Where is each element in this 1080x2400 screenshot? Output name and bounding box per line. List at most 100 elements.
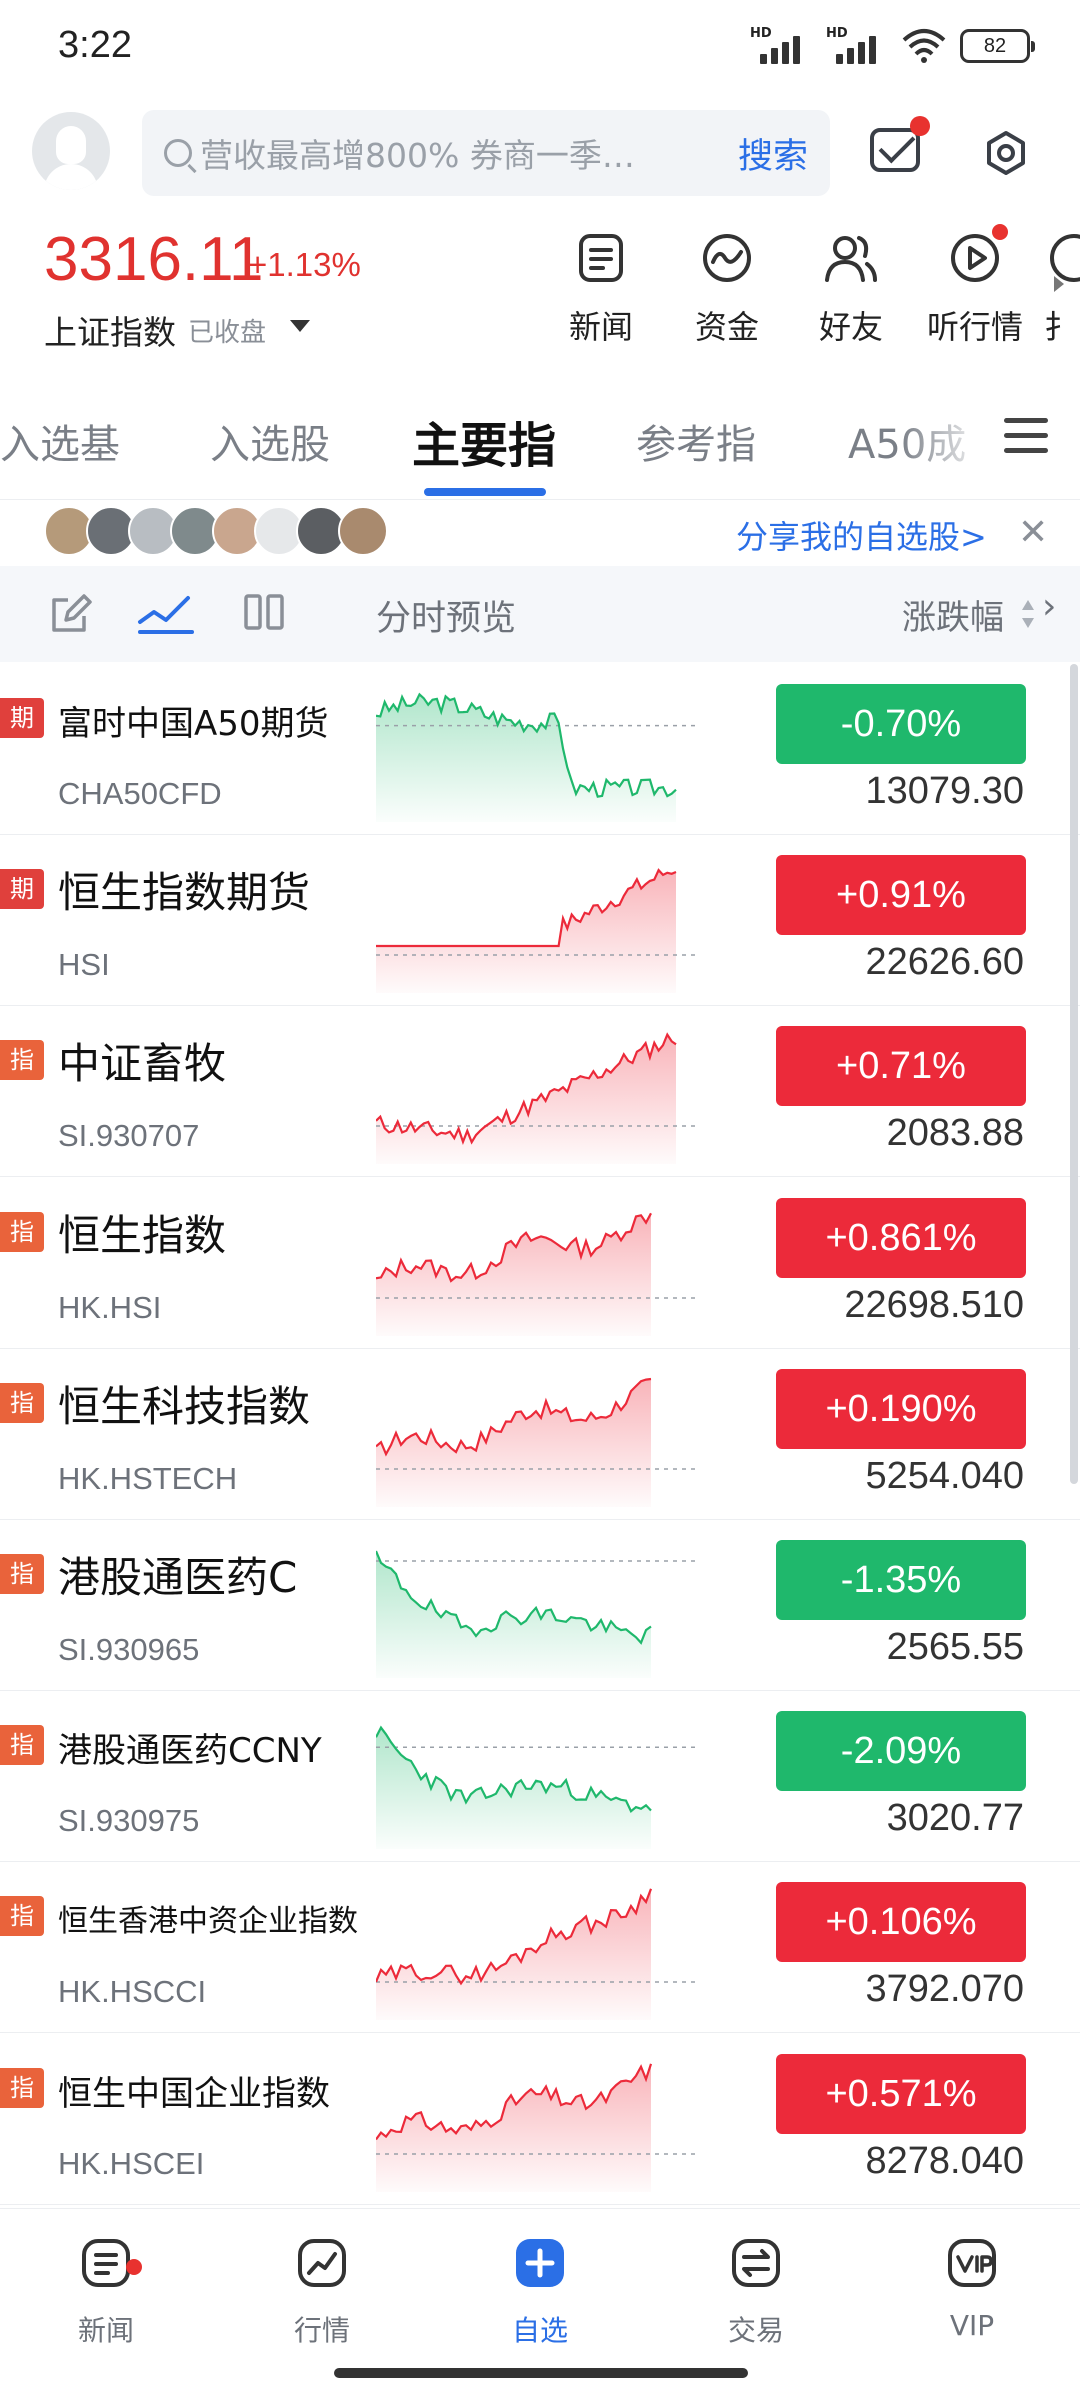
- instrument-code: SI.930707: [58, 1118, 200, 1154]
- notification-dot: [910, 116, 930, 136]
- type-badge: 指: [0, 1554, 44, 1594]
- change-pill[interactable]: +0.71%: [776, 1026, 1026, 1107]
- type-badge: 指: [0, 1896, 44, 1937]
- type-badge: 期: [0, 869, 44, 910]
- quick-label: 新闻: [568, 308, 633, 346]
- active-tab-indicator: [424, 488, 546, 496]
- last-price: 22626.60: [865, 941, 1025, 984]
- sort-icon[interactable]: [1020, 596, 1036, 632]
- intraday-sparkline: [376, 2063, 696, 2192]
- last-price: 3792.070: [865, 1968, 1025, 2011]
- change-pill[interactable]: +0.106%: [776, 1882, 1026, 1963]
- type-badge: 指: [0, 1382, 44, 1423]
- table-row[interactable]: 指恒生指数 HK.HSI +0.861% 22698.510: [0, 1178, 1080, 1349]
- nav-label: 新闻: [77, 2314, 134, 2347]
- instrument-name: 富时中国A50期货: [58, 704, 329, 744]
- line-chart-icon[interactable]: [136, 588, 196, 638]
- market-icon: [298, 2239, 346, 2287]
- market-state: 已收盘: [188, 318, 267, 348]
- instrument-code: HK.HSI: [58, 1289, 162, 1325]
- share-watchlist-link[interactable]: 分享我的自选股>: [736, 512, 987, 558]
- friend-avatar: [338, 506, 388, 556]
- type-badge: 指: [0, 1725, 44, 1766]
- last-price: 5254.040: [865, 1454, 1025, 1497]
- table-row[interactable]: 指恒生科技指数 HK.HSTECH +0.190% 5254.040: [0, 1349, 1080, 1520]
- search-button[interactable]: 搜索: [738, 128, 808, 179]
- nav-trade[interactable]: 交易: [696, 2235, 816, 2349]
- table-row[interactable]: 期恒生指数期货 HSI +0.91% 22626.60: [0, 835, 1080, 1007]
- index-name[interactable]: 上证指数: [44, 306, 176, 354]
- intraday-sparkline: [376, 1550, 696, 1678]
- intraday-sparkline: [376, 1888, 696, 2021]
- mail-icon[interactable]: [870, 116, 930, 172]
- change-pill[interactable]: +0.190%: [776, 1368, 1026, 1449]
- last-price: 13079.30: [865, 770, 1025, 812]
- status-bar: 3:22 HD HD 82: [0, 0, 1080, 100]
- table-row[interactable]: 指港股通医药C SI.930965 -1.35% 2565.55: [0, 1520, 1080, 1691]
- quick-label: 好友: [818, 308, 883, 346]
- nav-watchlist[interactable]: 自选: [480, 2235, 600, 2349]
- sparkline-area: [376, 694, 676, 822]
- instrument-name: 恒生科技指数: [58, 1381, 311, 1431]
- tab-main-index[interactable]: 主要指: [412, 406, 556, 476]
- friend-avatars: [44, 506, 388, 558]
- table-row[interactable]: 指港股通医药CCNY SI.930975 -2.09% 3020.77: [0, 1691, 1080, 1863]
- chevron-right-icon[interactable]: ›: [1042, 586, 1056, 627]
- change-pill[interactable]: -1.35%: [776, 1540, 1026, 1620]
- quick-money-button[interactable]: 资金: [672, 228, 782, 348]
- change-pill[interactable]: +0.571%: [776, 2053, 1026, 2134]
- instrument-name: 恒生指数: [58, 1210, 227, 1260]
- sort-change-button[interactable]: 涨跌幅: [902, 590, 1004, 639]
- scrollbar[interactable]: [1070, 664, 1078, 1484]
- index-change: +1.13%: [248, 246, 361, 283]
- change-pill[interactable]: -0.70%: [776, 684, 1026, 764]
- instrument-code: HK.HSCEI: [58, 2145, 205, 2181]
- quick-label: 听行情: [926, 308, 1023, 346]
- wifi-icon: [902, 29, 946, 63]
- columns-icon[interactable]: [242, 590, 286, 634]
- menu-icon[interactable]: [1004, 418, 1048, 454]
- index-value[interactable]: 3316.11: [44, 224, 264, 295]
- instrument-code: HK.HSTECH: [58, 1460, 238, 1496]
- edit-icon[interactable]: [48, 590, 94, 636]
- quick-listen-button[interactable]: 听行情: [920, 224, 1030, 348]
- quick-news-button[interactable]: 新闻: [546, 228, 656, 348]
- search-bar[interactable]: 营收最高增800% 券商一季… 搜索: [142, 110, 830, 196]
- signal-icon: HD: [826, 26, 888, 66]
- table-row[interactable]: 指恒生中国企业指数 HK.HSCEI +0.571% 8278.040: [0, 2034, 1080, 2205]
- change-pill[interactable]: +0.91%: [776, 855, 1026, 936]
- nav-label: 行情: [293, 2314, 350, 2347]
- table-row[interactable]: 期富时中国A50期货 CHA50CFD -0.70% 13079.30: [0, 664, 1080, 835]
- instrument-name: 恒生中国企业指数: [58, 2073, 330, 2114]
- intraday-sparkline: [376, 692, 696, 822]
- table-row[interactable]: 指恒生香港中资企业指数 HK.HSCCI +0.106% 3792.070: [0, 1862, 1080, 2034]
- sparkline-area: [376, 1034, 676, 1165]
- avatar[interactable]: [32, 112, 110, 190]
- close-icon[interactable]: ✕: [1018, 512, 1048, 553]
- change-pill[interactable]: +0.861%: [776, 1197, 1026, 1278]
- tab-reference-index[interactable]: 参考指: [636, 412, 756, 470]
- search-input[interactable]: 营收最高增800% 券商一季…: [200, 129, 738, 177]
- home-indicator[interactable]: [334, 2368, 748, 2378]
- instrument-code: SI.930965: [58, 1632, 200, 1667]
- tab-funds[interactable]: 入选基: [0, 412, 120, 470]
- quick-friends-button[interactable]: 好友: [796, 228, 906, 348]
- tab-stocks[interactable]: 入选股: [210, 412, 330, 470]
- instrument-code: HSI: [58, 947, 110, 983]
- table-row[interactable]: 指中证畜牧 SI.930707 +0.71% 2083.88: [0, 1006, 1080, 1178]
- quick-label: 资金: [694, 308, 759, 346]
- intraday-sparkline: [376, 1032, 696, 1165]
- friends-icon: [825, 236, 877, 282]
- type-badge: 指: [0, 1040, 44, 1081]
- signal-icon: HD: [750, 26, 812, 66]
- nav-vip[interactable]: VIP: [912, 2235, 1032, 2342]
- settings-icon[interactable]: [983, 130, 1029, 176]
- chevron-down-icon[interactable]: [290, 320, 310, 332]
- last-price: 2083.88: [886, 1112, 1024, 1155]
- change-pill[interactable]: -2.09%: [776, 1711, 1026, 1792]
- nav-market[interactable]: 行情: [262, 2235, 382, 2349]
- notification-dot: [126, 2259, 142, 2275]
- last-price: 3020.77: [886, 1797, 1024, 1840]
- nav-news[interactable]: 新闻: [46, 2235, 166, 2349]
- share-banner: 分享我的自选股> ✕: [0, 500, 1080, 564]
